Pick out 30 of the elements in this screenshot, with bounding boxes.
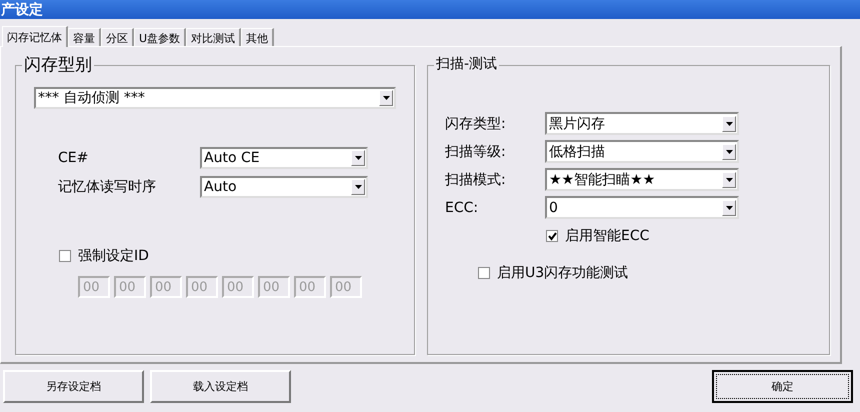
button[interactable]: 确定 [712, 370, 853, 403]
tab[interactable]: 闪存记忆体 [2, 26, 68, 47]
checkbox-label: 启用U3闪存功能测试 [497, 264, 628, 282]
field-label: 扫描模式: [445, 170, 507, 188]
dropdown[interactable]: 低格扫描 [545, 140, 739, 163]
field-label: 扫描等级: [445, 142, 507, 160]
field-label: 闪存类型: [445, 114, 507, 132]
tab[interactable]: 分区 [101, 28, 134, 46]
tab[interactable]: 对比测试 [186, 28, 242, 46]
button[interactable]: 载入设定档 [150, 370, 291, 403]
field-label: ECC: [445, 200, 480, 216]
button[interactable]: 另存设定档 [3, 370, 144, 403]
checkbox-label: 启用智能ECC [565, 227, 650, 245]
dropdown[interactable]: ★★智能扫瞄★★ [545, 168, 739, 191]
tab[interactable]: 容量 [68, 28, 101, 46]
field-label: CE# [58, 150, 90, 166]
group-title: 扫描-测试 [434, 55, 500, 73]
dropdown[interactable]: Auto [200, 176, 368, 198]
tab[interactable]: U盘参数 [134, 28, 186, 46]
window-title: 产设定 [1, 0, 43, 18]
checkbox[interactable] [546, 230, 558, 242]
dropdown[interactable]: 0 [545, 196, 739, 219]
dropdown[interactable]: 黑片闪存 [545, 112, 739, 135]
checkbox[interactable] [59, 250, 71, 262]
tab[interactable]: 其他 [241, 28, 274, 46]
checkbox-label: 强制设定ID [78, 247, 149, 265]
dropdown[interactable]: *** 自动侦测 *** [34, 87, 396, 109]
field-label: 记忆体读写时序 [58, 178, 157, 196]
checkbox[interactable] [478, 267, 490, 279]
dropdown[interactable]: Auto CE [200, 147, 368, 169]
